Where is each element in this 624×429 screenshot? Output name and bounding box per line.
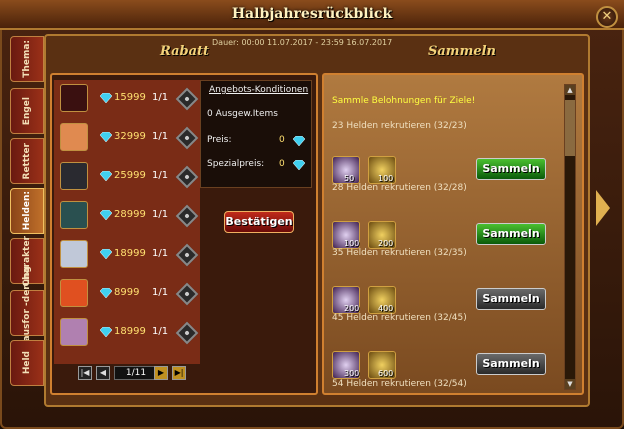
reward-amount: 300 xyxy=(344,369,360,378)
page-number: 1/11 xyxy=(114,366,158,380)
hero-avatar[interactable] xyxy=(60,84,88,112)
offer-row: 25999 1/1 xyxy=(54,160,200,194)
collect-button[interactable]: Sammeln xyxy=(476,288,546,310)
offer-price: 25999 xyxy=(114,170,146,181)
reward-amount: 200 xyxy=(378,239,394,248)
offer-row: 32999 1/1 xyxy=(54,121,200,155)
close-button[interactable]: ✕ xyxy=(596,6,618,28)
selected-items: 0 Ausgew.Items xyxy=(207,109,278,119)
offer-price: 28999 xyxy=(114,209,146,220)
hero-avatar[interactable] xyxy=(60,240,88,268)
scroll-down-arrow[interactable]: ▼ xyxy=(565,379,575,389)
reward-amount: 600 xyxy=(378,369,394,378)
event-duration: Dauer: 00:00 11.07.2017 - 23:59 16.07.20… xyxy=(212,38,393,47)
diamond-icon xyxy=(99,92,113,104)
offer-price: 18999 xyxy=(114,248,146,259)
reward-amount: 400 xyxy=(378,304,394,313)
goal-label: 28 Helden rekrutieren (32/28) xyxy=(332,183,467,193)
price-label: Preis: xyxy=(207,135,232,145)
offer-quantity: 1/1 xyxy=(152,209,169,220)
window-title: Halbjahresrückblick xyxy=(231,6,393,22)
collect-heading: Sammle Belohnungen für Ziele! xyxy=(332,96,476,106)
select-offer-icon[interactable] xyxy=(175,87,199,111)
select-offer-icon[interactable] xyxy=(175,321,199,345)
offer-quantity: 1/1 xyxy=(152,170,169,181)
rabatt-header: Rabatt xyxy=(160,44,210,59)
offer-quantity: 1/1 xyxy=(152,248,169,259)
hero-avatar[interactable] xyxy=(60,201,88,229)
offer-row: 15999 1/1 xyxy=(54,82,200,116)
conditions-heading: Angebots-Konditionen xyxy=(209,85,309,95)
select-offer-icon[interactable] xyxy=(175,243,199,267)
select-offer-icon[interactable] xyxy=(175,165,199,189)
reward-amount: 100 xyxy=(378,174,394,183)
tab-engel[interactable]: Engel xyxy=(10,88,44,134)
tab-helden[interactable]: Helden: xyxy=(10,188,44,234)
offer-row: 18999 1/1 xyxy=(54,316,200,350)
reward-amount: 200 xyxy=(344,304,360,313)
hero-avatar[interactable] xyxy=(60,162,88,190)
tab-thema[interactable]: Thema: xyxy=(10,36,44,82)
diamond-icon xyxy=(99,287,113,299)
diamond-icon xyxy=(99,209,113,221)
diamond-icon xyxy=(99,131,113,143)
select-offer-icon[interactable] xyxy=(175,282,199,306)
diamond-icon xyxy=(99,170,113,182)
offer-quantity: 1/1 xyxy=(152,92,169,103)
next-arrow[interactable] xyxy=(596,190,610,226)
offer-row: 18999 1/1 xyxy=(54,238,200,272)
hero-avatar[interactable] xyxy=(60,279,88,307)
diamond-icon xyxy=(293,136,305,146)
special-price-label: Spezialpreis: xyxy=(207,159,265,169)
price-value: 0 xyxy=(279,135,285,145)
offer-price: 18999 xyxy=(114,326,146,337)
tab-herausforderung[interactable]: Herausfor -derung xyxy=(10,266,44,360)
sammeln-header: Sammeln xyxy=(428,44,496,59)
next-page-button[interactable]: ▶ xyxy=(154,366,168,380)
select-offer-icon[interactable] xyxy=(175,126,199,150)
offer-conditions: Angebots-Konditionen 0 Ausgew.Items Prei… xyxy=(200,80,312,188)
confirm-button[interactable]: Bestätigen xyxy=(224,211,294,233)
goal-label: 23 Helden rekrutieren (32/23) xyxy=(332,121,467,131)
scroll-up-arrow[interactable]: ▲ xyxy=(565,85,575,95)
goal-label: 54 Helden rekrutieren (32/54) xyxy=(332,379,467,389)
offer-quantity: 1/1 xyxy=(152,287,169,298)
select-offer-icon[interactable] xyxy=(175,204,199,228)
diamond-icon xyxy=(99,326,113,338)
offer-price: 15999 xyxy=(114,92,146,103)
offer-row: 28999 1/1 xyxy=(54,199,200,233)
hero-avatar[interactable] xyxy=(60,123,88,151)
offer-quantity: 1/1 xyxy=(152,326,169,337)
goal-label: 35 Helden rekrutieren (32/35) xyxy=(332,248,467,258)
diamond-icon xyxy=(99,248,113,260)
first-page-button[interactable]: |◀ xyxy=(78,366,92,380)
offer-row: 8999 1/1 xyxy=(54,277,200,311)
goal-label: 45 Helden rekrutieren (32/45) xyxy=(332,313,467,323)
collect-button[interactable]: Sammeln xyxy=(476,353,546,375)
tab-held[interactable]: Held xyxy=(10,340,44,386)
diamond-icon xyxy=(293,160,305,170)
offer-price: 32999 xyxy=(114,131,146,142)
reward-amount: 100 xyxy=(344,239,360,248)
special-price-value: 0 xyxy=(279,159,285,169)
tab-retter[interactable]: Rettter xyxy=(10,138,44,184)
reward-amount: 50 xyxy=(344,174,355,183)
collect-button[interactable]: Sammeln xyxy=(476,158,546,180)
last-page-button[interactable]: ▶| xyxy=(172,366,186,380)
offer-quantity: 1/1 xyxy=(152,131,169,142)
offer-price: 8999 xyxy=(114,287,140,298)
prev-page-button[interactable]: ◀ xyxy=(96,366,110,380)
collect-button[interactable]: Sammeln xyxy=(476,223,546,245)
hero-avatar[interactable] xyxy=(60,318,88,346)
scroll-thumb[interactable] xyxy=(565,100,575,156)
